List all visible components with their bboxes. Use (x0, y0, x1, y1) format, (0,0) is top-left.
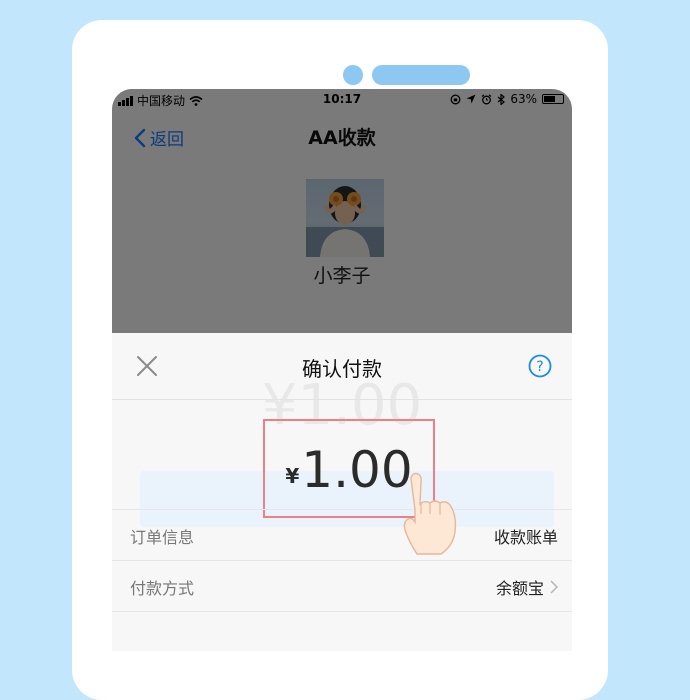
payment-method-label: 付款方式 (130, 579, 195, 598)
sheet-title: 确认付款 (302, 357, 382, 381)
order-info-value-wrap: 收款账单 (494, 524, 558, 548)
payment-method-value: 余额宝 (495, 579, 544, 598)
currency-symbol: ¥ (285, 464, 300, 488)
svg-text:?: ? (536, 359, 543, 375)
help-icon[interactable]: ? (528, 354, 552, 378)
camera-dot (343, 65, 363, 85)
confirm-payment-sheet: ¥1.00 确认付款 ? ¥1.00 订单信息 收款账单 付款方式 余额宝 (112, 333, 572, 651)
order-info-row[interactable]: 订单信息 收款账单 (112, 509, 572, 560)
payment-method-row[interactable]: 付款方式 余额宝 (112, 560, 572, 611)
sheet-header: 确认付款 ? (112, 333, 572, 400)
pointing-hand-icon (403, 472, 457, 555)
funding-option-row[interactable] (112, 611, 572, 651)
phone-screen: 中国移动 10:17 (112, 89, 572, 651)
speaker-grille (372, 65, 470, 85)
order-info-label: 订单信息 (130, 528, 195, 547)
payment-method-value-wrap: 余额宝 (496, 575, 558, 599)
chevron-right-icon (550, 580, 558, 594)
order-info-value: 收款账单 (493, 528, 558, 547)
